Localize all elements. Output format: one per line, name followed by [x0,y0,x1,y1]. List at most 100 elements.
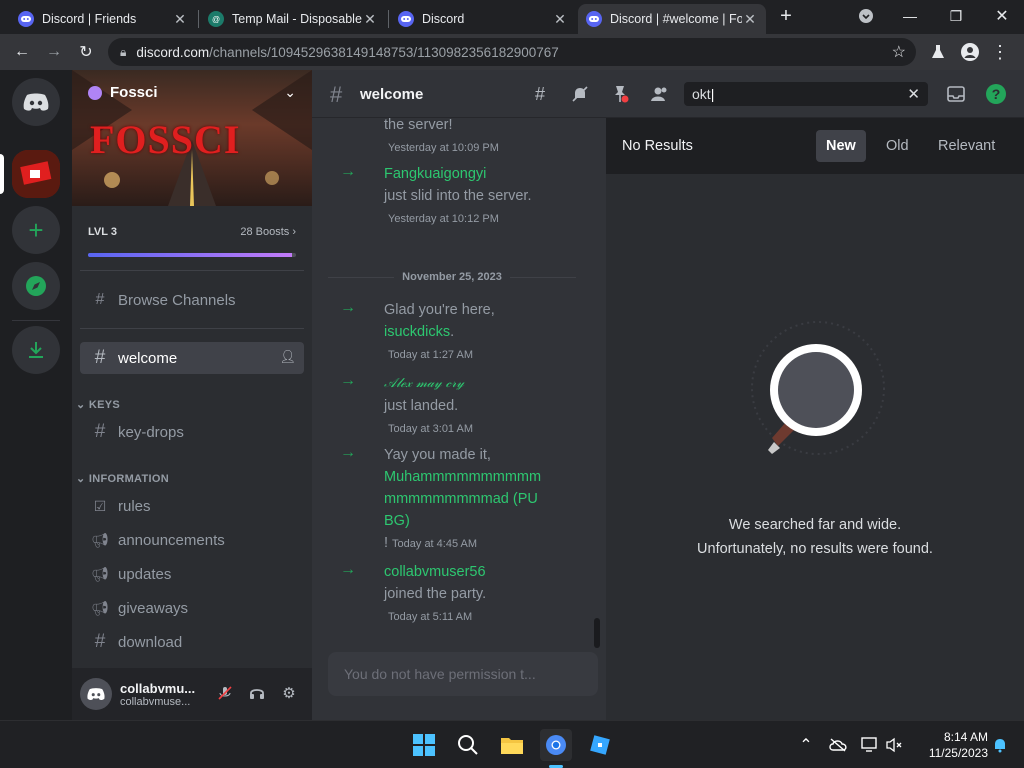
banner-logo-text: FOSSCI [90,117,241,162]
join-arrow-icon: → [340,163,356,180]
notification-bell-icon[interactable] [984,729,1016,761]
search-icon[interactable] [452,729,484,761]
sort-old-button[interactable]: Old [876,130,919,162]
category-keys[interactable]: ⌄ KEYS [76,398,120,411]
channel-download[interactable]: # download [80,626,304,658]
cloud-offline-icon[interactable] [822,729,854,761]
inbox-icon[interactable] [944,82,968,106]
clock-time: 8:14 AM [943,730,988,744]
discord-icon [398,11,414,27]
avatar[interactable] [80,678,112,710]
channel-name: announcements [118,531,225,549]
explore-compass-icon[interactable] [12,262,60,310]
boost-level-row[interactable]: LVL 3 28 Boosts › [88,226,296,238]
fossci-server-icon[interactable] [12,150,60,198]
home-discord-icon[interactable] [12,78,60,126]
close-icon[interactable]: ✕ [172,11,188,28]
settings-gear-icon[interactable]: ⚙ [278,682,300,704]
tab-search-icon[interactable] [844,0,888,32]
headphones-icon[interactable] [246,682,268,704]
windows-start-icon[interactable] [408,729,440,761]
url-path: /channels/1094529638149148753/1130982356… [209,44,559,60]
member-list-icon[interactable] [648,82,672,106]
search-query: okt [692,86,711,102]
mute-notifications-icon[interactable] [568,82,592,106]
server-name[interactable]: Fossci [88,84,158,101]
tab-discord[interactable]: Discord ✕ [390,4,576,34]
channel-giveaways[interactable]: 📢︎ giveaways [80,592,304,624]
megaphone-icon: 📢︎ [91,565,109,582]
tab-temp-mail[interactable]: @ Temp Mail - Disposable ✕ [200,4,386,34]
forward-button[interactable]: → [42,40,66,64]
close-window-button[interactable]: ✕ [980,0,1024,32]
browse-channels[interactable]: # Browse Channels [80,284,304,316]
file-explorer-icon[interactable] [496,729,528,761]
tab-discord-friends[interactable]: Discord | Friends ✕ [10,4,196,34]
chevron-up-icon[interactable]: ⌃ [790,729,822,761]
member-name[interactable]: isuckdicks [384,324,450,340]
discord-icon [586,11,602,27]
bookmark-star-icon[interactable]: ☆ [892,42,906,62]
user-info[interactable]: collabvmu... collabvmuse... [120,681,196,708]
search-results-header: No Results New Old Relevant [606,118,1024,174]
labs-flask-icon[interactable] [926,40,950,64]
address-bar[interactable]: 🔒︎ discord.com/channels/1094529638149148… [108,38,916,66]
channel-announcements[interactable]: 📢︎ announcements [80,524,304,556]
date-divider-label: November 25, 2023 [402,271,502,283]
member-name[interactable]: Muhammmmmmmmmmmmmmmmmmmad (PUBG) [384,469,541,529]
text-channel-icon: # [330,82,343,107]
member-name[interactable]: collabvmuser56 [384,564,486,580]
threads-icon[interactable]: # [528,82,552,106]
message-text: . [450,324,455,340]
add-server-icon[interactable]: + [12,206,60,254]
channel-welcome[interactable]: # welcome 👤︎ [80,342,304,374]
scrollbar[interactable] [594,618,600,648]
help-icon[interactable]: ? [984,82,1008,106]
roblox-studio-icon[interactable] [584,729,616,761]
windows-taskbar: ⌃ 8:14 AM 11/25/2023 [0,720,1024,768]
browse-channels-label: Browse Channels [118,291,236,309]
browse-channels-icon: # [95,291,105,308]
clear-search-icon[interactable]: ✕ [907,85,920,103]
join-arrow-icon: → [340,372,356,389]
chrome-icon[interactable] [540,729,572,761]
result-count: No Results [622,138,693,154]
maximize-button[interactable]: ❐ [934,0,978,32]
volume-muted-icon[interactable] [878,729,910,761]
tab-title: Discord | #welcome | Fo [610,12,742,26]
close-icon[interactable]: ✕ [362,11,378,28]
category-label: KEYS [88,399,121,411]
boost-count: 28 Boosts [240,226,290,238]
member-name[interactable]: Fangkuaigongyi [384,166,486,182]
member-name[interactable]: 𝒜𝓁ℯ𝓍 𝓂𝒶𝓎 𝒸𝓇𝓎 [384,376,464,391]
close-icon[interactable]: ✕ [742,11,758,28]
close-icon[interactable]: ✕ [552,11,568,28]
system-clock[interactable]: 8:14 AM 11/25/2023 [929,729,988,761]
channel-updates[interactable]: 📢︎ updates [80,558,304,590]
channel-rules[interactable]: ☑ rules [80,490,304,522]
menu-kebab-icon[interactable]: ⋮ [988,40,1012,64]
mute-mic-icon[interactable] [214,682,236,704]
tab-discord-welcome[interactable]: Discord | #welcome | Fo ✕ [578,4,766,34]
sort-new-button[interactable]: New [816,130,866,162]
channel-name: updates [118,565,172,583]
message-input[interactable]: You do not have permission t... [328,652,598,696]
category-information[interactable]: ⌄ INFORMATION [76,472,169,485]
back-button[interactable]: ← [10,40,34,64]
sort-relevant-button[interactable]: Relevant [928,130,1005,162]
invite-user-icon[interactable]: 👤︎ [279,349,296,365]
search-input[interactable]: okt | ✕ [684,82,928,106]
minimize-button[interactable]: — [888,0,932,32]
profile-icon[interactable] [958,40,982,64]
pinned-messages-icon[interactable] [608,82,632,106]
channel-key-drops[interactable]: # key-drops [80,416,304,448]
text-channel-icon: # [94,421,106,442]
message-time: Yesterday at 10:09 PM [388,142,499,154]
tab-title: Discord [422,12,465,26]
clock-date: 11/25/2023 [928,746,988,760]
new-tab-button[interactable]: + [768,0,804,32]
download-apps-icon[interactable] [12,326,60,374]
reload-button[interactable]: ↻ [74,40,98,64]
message-time: Today at 5:11 AM [388,611,473,623]
chevron-down-icon[interactable]: ⌄ [284,84,296,101]
